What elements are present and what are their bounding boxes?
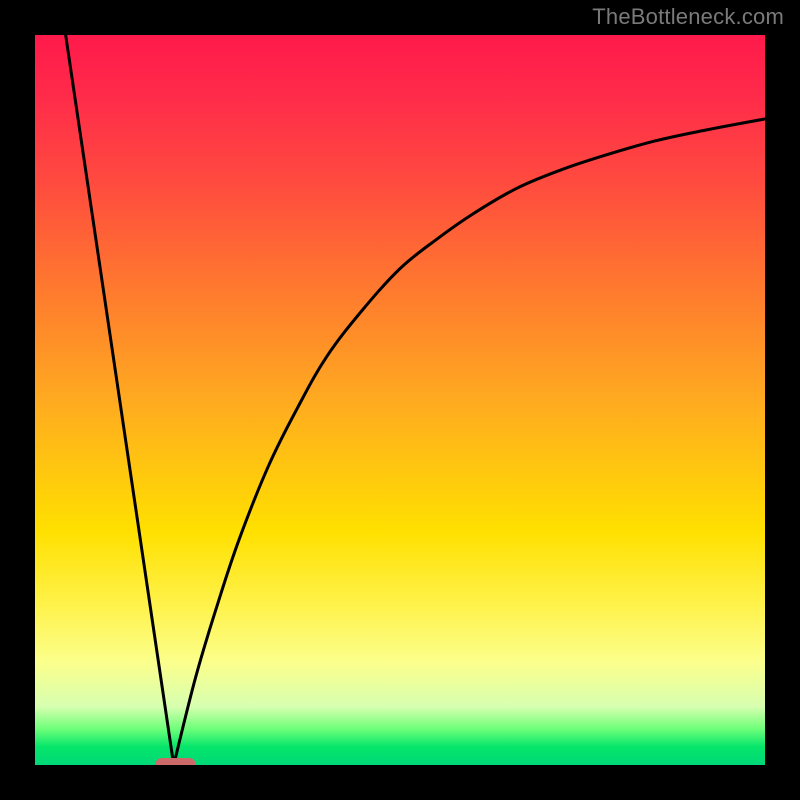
chart-frame: TheBottleneck.com <box>0 0 800 800</box>
curve-right-branch <box>174 119 765 765</box>
optimal-marker <box>155 758 195 765</box>
curve-left-branch <box>66 35 174 765</box>
plot-area <box>35 35 765 765</box>
watermark-text: TheBottleneck.com <box>592 4 784 30</box>
bottleneck-curve <box>35 35 765 765</box>
